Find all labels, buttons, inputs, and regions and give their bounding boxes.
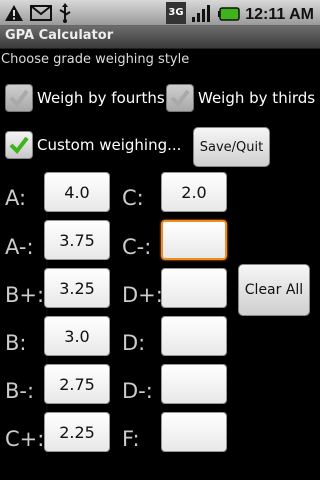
grade-label-c: C: xyxy=(122,186,144,210)
grade-label-f: F: xyxy=(122,427,140,451)
usb-icon xyxy=(58,3,72,27)
weighing-style-prompt: Choose grade weighing style xyxy=(1,52,190,67)
grade-input-c-minus[interactable] xyxy=(161,220,227,260)
3g-icon: 3G xyxy=(166,2,187,28)
battery-icon xyxy=(218,6,240,25)
clock: 12:11 AM xyxy=(245,6,314,23)
custom-weighing-label: Custom weighing... xyxy=(37,136,182,154)
grade-input-c-plus[interactable]: 2.25 xyxy=(44,412,110,452)
grade-label-c-plus: C+: xyxy=(5,427,45,451)
grade-input-d[interactable] xyxy=(161,316,227,356)
weigh-thirds-checkbox[interactable] xyxy=(166,84,194,112)
grade-input-a-minus[interactable]: 3.75 xyxy=(44,220,110,260)
check-icon xyxy=(9,89,29,108)
custom-weighing-option[interactable]: Custom weighing... xyxy=(5,131,181,159)
custom-weighing-checkbox[interactable] xyxy=(5,131,33,159)
check-icon xyxy=(170,89,190,108)
clear-all-button[interactable]: Clear All xyxy=(238,264,310,316)
grade-input-b[interactable]: 3.0 xyxy=(44,316,110,356)
weigh-thirds-option[interactable]: Weigh by thirds xyxy=(166,84,315,112)
app-title: GPA Calculator xyxy=(5,28,114,43)
check-icon xyxy=(9,136,29,155)
grade-label-a-minus: A-: xyxy=(5,235,34,259)
weigh-fourths-checkbox[interactable] xyxy=(5,84,33,112)
signal-icon xyxy=(191,3,213,27)
weigh-fourths-label: Weigh by fourths xyxy=(37,89,165,107)
weigh-thirds-label: Weigh by thirds xyxy=(198,89,316,107)
grade-input-b-plus[interactable]: 3.25 xyxy=(44,268,110,308)
grade-label-d: D: xyxy=(122,331,146,355)
title-bar: GPA Calculator xyxy=(0,26,320,49)
grade-input-b-minus[interactable]: 2.75 xyxy=(44,364,110,404)
weigh-fourths-option[interactable]: Weigh by fourths xyxy=(5,84,165,112)
grade-label-c-minus: C-: xyxy=(122,235,152,259)
status-bar: 3G 12:11 AM xyxy=(0,0,320,26)
grade-input-f[interactable] xyxy=(161,412,227,452)
grade-input-c[interactable]: 2.0 xyxy=(161,172,227,212)
save-quit-button[interactable]: Save/Quit xyxy=(193,127,270,167)
grade-label-b-plus: B+: xyxy=(5,283,45,307)
grade-input-d-minus[interactable] xyxy=(161,364,227,404)
svg-text:3G: 3G xyxy=(169,7,184,18)
grade-input-a[interactable]: 4.0 xyxy=(44,172,110,212)
grade-label-d-minus: D-: xyxy=(122,379,153,403)
gmail-icon xyxy=(30,5,52,25)
grade-input-d-plus[interactable] xyxy=(161,268,227,308)
grade-label-a: A: xyxy=(5,186,27,210)
warning-icon xyxy=(4,4,24,26)
grade-label-b-minus: B-: xyxy=(5,379,35,403)
grade-label-d-plus: D+: xyxy=(122,283,163,307)
grade-label-b: B: xyxy=(5,331,27,355)
